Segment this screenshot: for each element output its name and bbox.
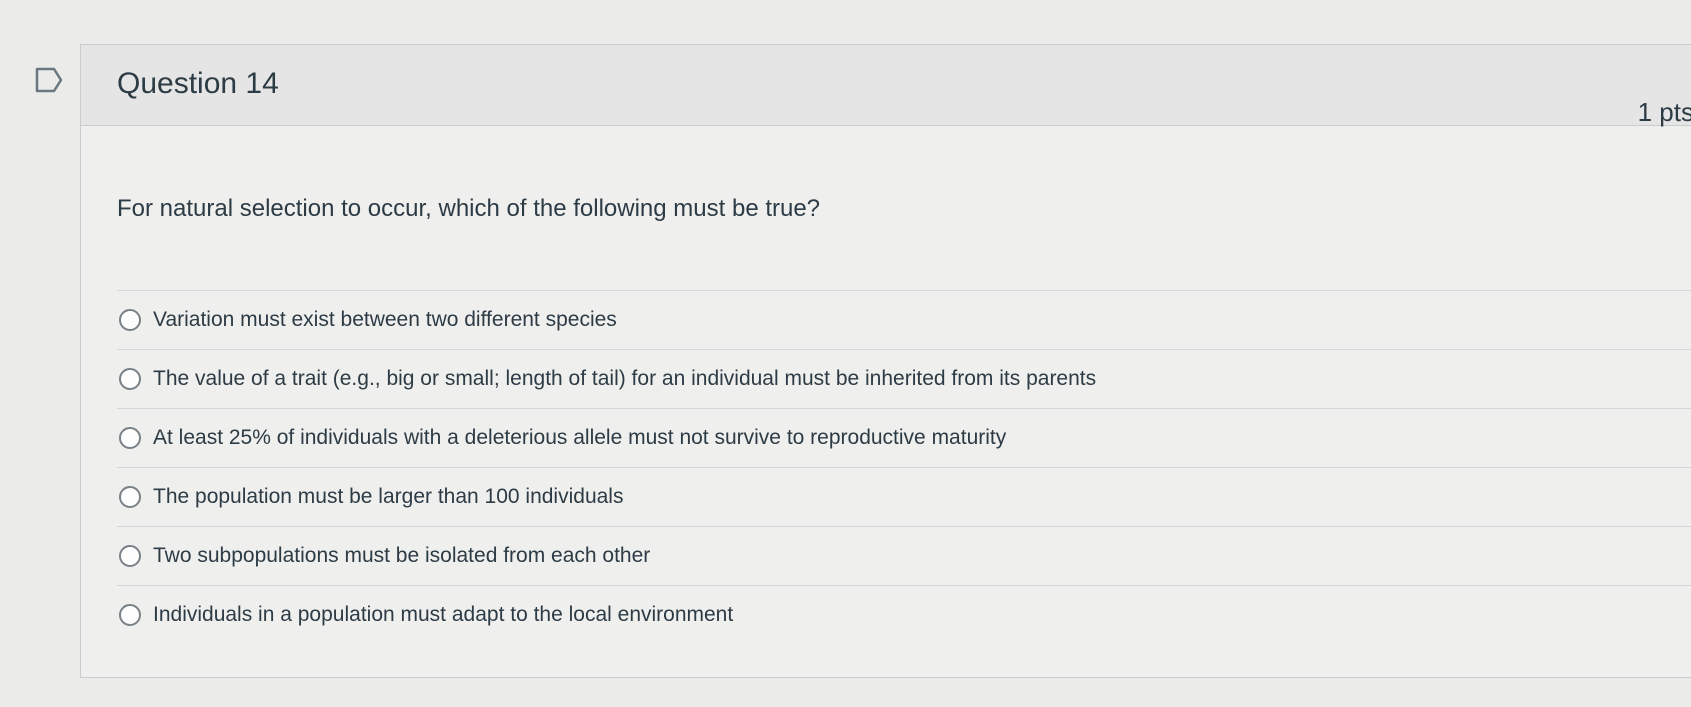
answer-label[interactable]: Variation must exist between two differe… — [153, 308, 617, 332]
radio-button[interactable] — [119, 604, 141, 626]
radio-button[interactable] — [119, 427, 141, 449]
question-header: Question 14 1 pts — [81, 45, 1691, 127]
answer-option[interactable]: At least 25% of individuals with a delet… — [117, 409, 1691, 468]
answer-label[interactable]: Individuals in a population must adapt t… — [153, 603, 733, 627]
question-text: For natural selection to occur, which of… — [117, 195, 821, 222]
question-card: Question 14 1 pts For natural selection … — [80, 44, 1691, 678]
radio-button[interactable] — [119, 368, 141, 390]
answer-option[interactable]: The value of a trait (e.g., big or small… — [117, 350, 1691, 409]
answer-label[interactable]: Two subpopulations must be isolated from… — [153, 544, 650, 568]
answer-label[interactable]: The value of a trait (e.g., big or small… — [153, 367, 1096, 391]
answer-option[interactable]: Individuals in a population must adapt t… — [117, 586, 1691, 644]
answer-option[interactable]: Variation must exist between two differe… — [117, 291, 1691, 350]
answer-list: Variation must exist between two differe… — [117, 290, 1691, 644]
flag-question-icon[interactable] — [34, 66, 64, 94]
answer-option[interactable]: Two subpopulations must be isolated from… — [117, 527, 1691, 586]
answer-option[interactable]: The population must be larger than 100 i… — [117, 468, 1691, 527]
radio-button[interactable] — [119, 486, 141, 508]
radio-button[interactable] — [119, 545, 141, 567]
radio-button[interactable] — [119, 309, 141, 331]
question-title: Question 14 — [117, 67, 279, 100]
answer-label[interactable]: At least 25% of individuals with a delet… — [153, 426, 1006, 450]
question-points: 1 pts — [1637, 97, 1691, 127]
answer-label[interactable]: The population must be larger than 100 i… — [153, 485, 623, 509]
